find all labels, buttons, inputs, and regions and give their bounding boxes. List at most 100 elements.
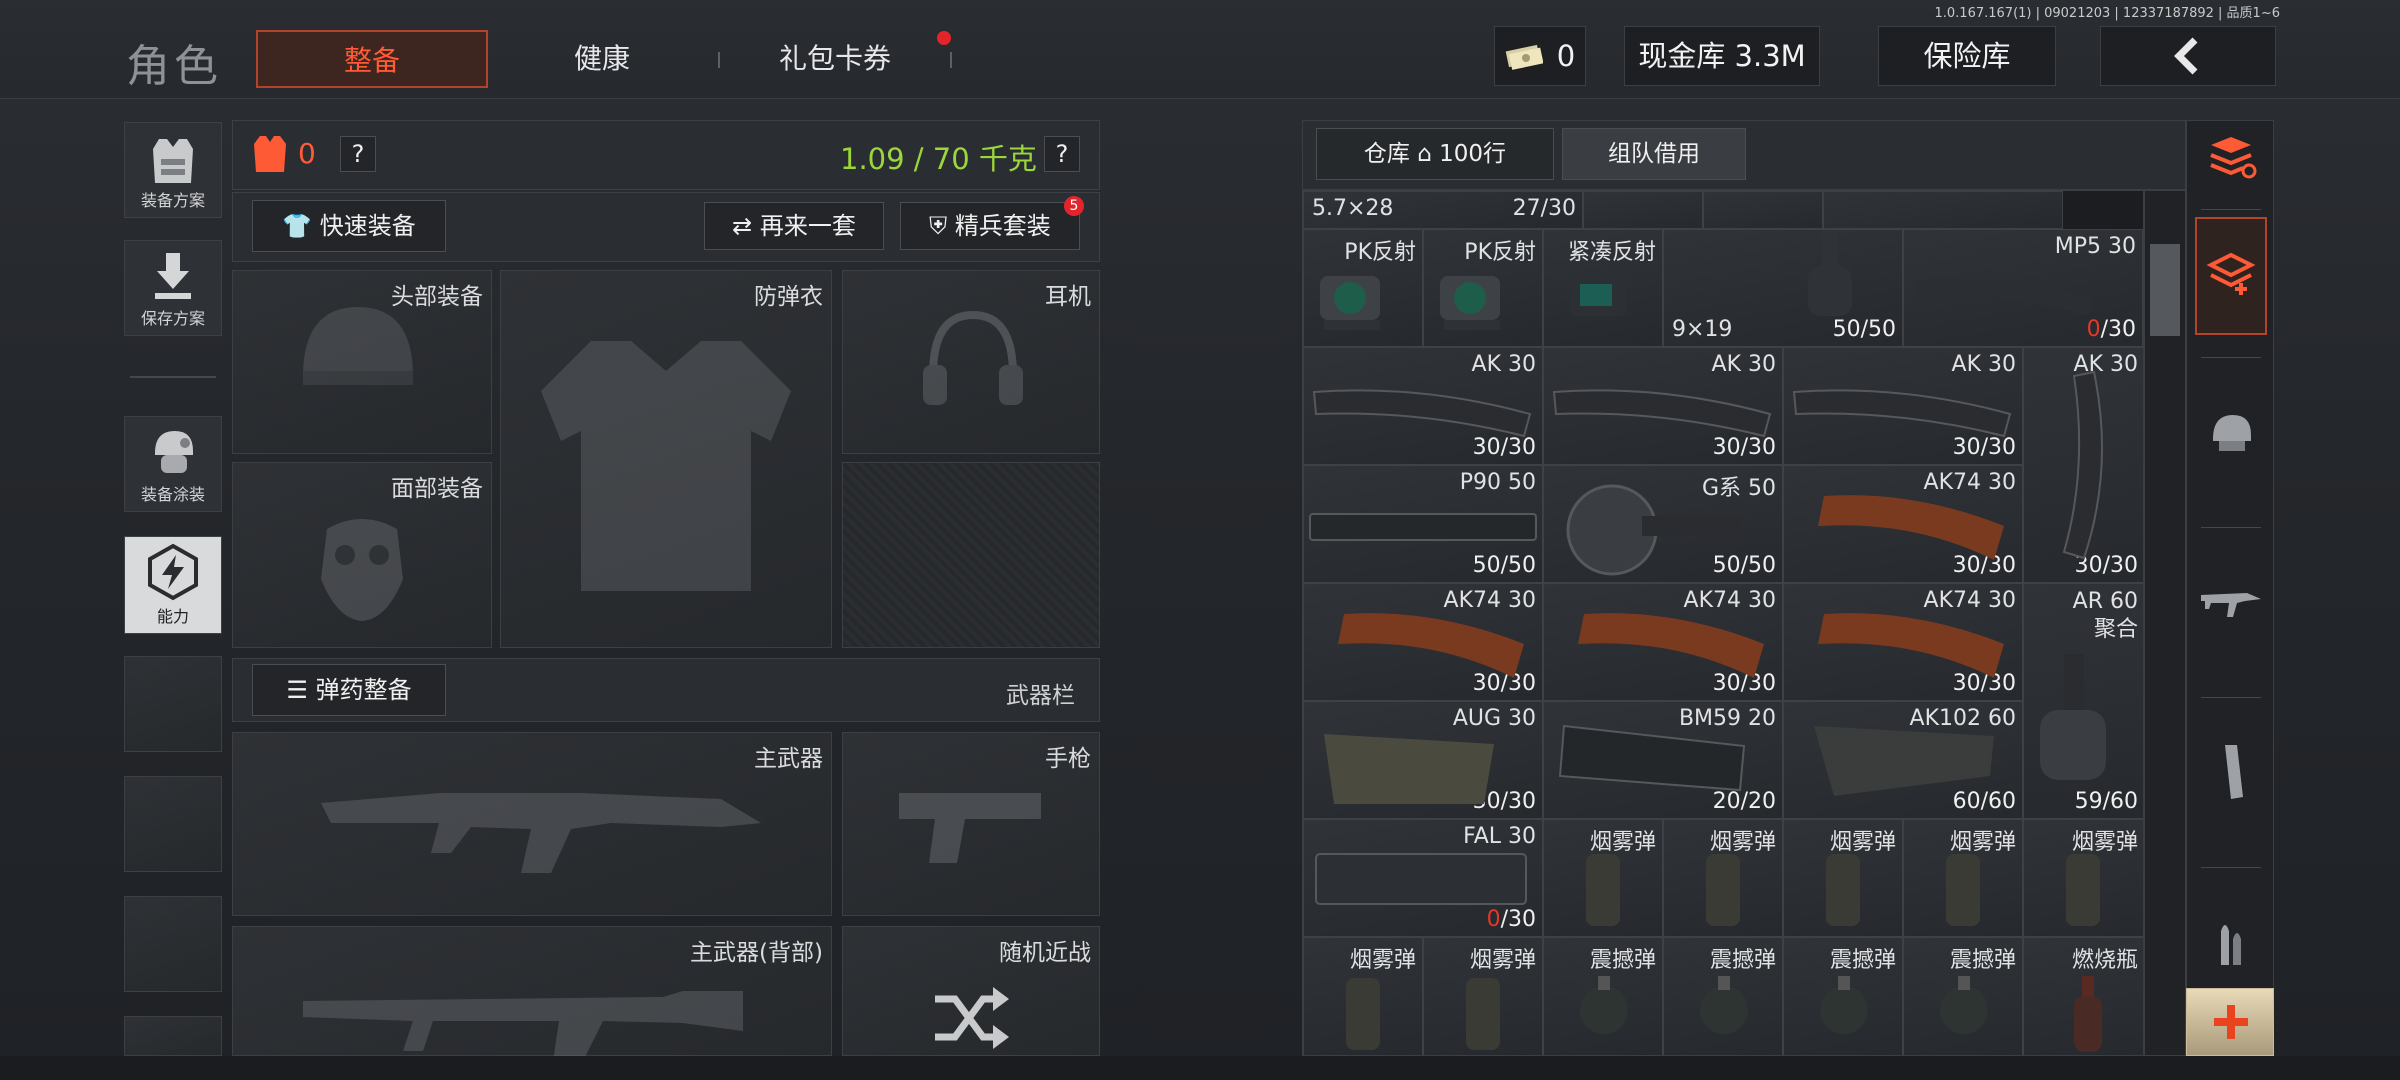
loadout-plan-button[interactable]: 装备方案	[124, 122, 222, 218]
empty-equipment-slot[interactable]	[842, 462, 1100, 648]
pistol-slot[interactable]: 手枪	[842, 732, 1100, 916]
storage-tab[interactable]: 仓库 ⌂ 100行	[1316, 128, 1554, 180]
shirt-icon: 👕	[282, 212, 313, 240]
helmet-icon	[2213, 415, 2251, 451]
inventory-item[interactable]: AK 30 30/30	[1783, 347, 2023, 465]
quick-equip-button[interactable]: 👕 快速装备	[252, 200, 446, 252]
cash-vault-button[interactable]: 现金库 3.3M	[1624, 26, 1820, 86]
inventory-item[interactable]: MP5 30 0/30	[1903, 229, 2143, 347]
inventory-item[interactable]: AK74 30 30/30	[1783, 465, 2023, 583]
equipment-paint-button[interactable]: 装备涂装	[124, 416, 222, 512]
inventory-item[interactable]: AK74 30 30/30	[1303, 583, 1543, 701]
safe-button[interactable]: 保险库	[1878, 26, 2056, 86]
inventory-item[interactable]: 紧凑反射	[1543, 229, 1663, 347]
inventory-item[interactable]: AK 30 30/30	[1543, 347, 1783, 465]
filter-toolbar	[2186, 120, 2274, 1056]
magazine-filter[interactable]	[2197, 741, 2265, 801]
tab-gift-coupons[interactable]: 礼包卡券	[740, 30, 930, 88]
inventory-item[interactable]: PK反射	[1303, 229, 1423, 347]
inventory-item[interactable]: G系 50 50/50	[1543, 465, 1783, 583]
refresh-icon: ⇄	[732, 212, 753, 240]
inventory-item[interactable]	[1703, 191, 1823, 229]
inventory-item[interactable]: 烟雾弹	[1663, 819, 1783, 937]
weapon-filter[interactable]	[2197, 571, 2265, 631]
smoke-grenade-icon	[2066, 854, 2100, 926]
inventory-item[interactable]: AK102 60 60/60	[1783, 701, 2023, 819]
inventory-item[interactable]: AK74 30 30/30	[1543, 583, 1783, 701]
slot-label: 主武器	[754, 746, 823, 772]
equipment-filter[interactable]	[2197, 401, 2265, 461]
empty-sidebar-slot	[124, 656, 222, 752]
inventory-item[interactable]: 烟雾弹	[1303, 937, 1423, 1055]
smoke-grenade-icon	[1826, 854, 1860, 926]
sort-button[interactable]	[2197, 129, 2265, 189]
sidebar-label: 装备涂装	[140, 485, 205, 504]
inventory-grid[interactable]: 5.7×28 27/30 PK反射 PK反射 紧凑反射 9×19 50/50 M…	[1302, 190, 2144, 1056]
slot-label: 面部装备	[391, 476, 483, 502]
save-plan-button[interactable]: 保存方案	[124, 240, 222, 336]
chevron-left-icon	[2174, 37, 2198, 75]
inventory-item[interactable]: 烟雾弹	[1903, 819, 2023, 937]
ak74-magazine-icon	[1578, 613, 1764, 678]
melee-slot[interactable]: 随机近战	[842, 926, 1100, 1056]
inventory-item[interactable]: AR 60聚合 59/60	[2023, 583, 2143, 819]
inventory-item[interactable]	[1823, 191, 2063, 229]
inventory-item[interactable]: PK反射	[1423, 229, 1543, 347]
inventory-item[interactable]: 烟雾弹	[1423, 937, 1543, 1055]
ammo-icon	[2221, 925, 2241, 965]
inventory-item[interactable]: AK 30 30/30	[2023, 347, 2143, 583]
ak102-magazine-icon	[1814, 726, 1994, 796]
inventory-item[interactable]: FAL 30 0/30	[1303, 819, 1543, 937]
team-borrow-tab[interactable]: 组队借用	[1562, 128, 1746, 180]
inventory-item[interactable]: 震撼弹	[1783, 937, 1903, 1055]
inventory-item[interactable]: 震撼弹	[1903, 937, 2023, 1055]
equip-again-button[interactable]: ⇄ 再来一套	[704, 202, 884, 250]
face-slot[interactable]: 面部装备	[232, 462, 492, 648]
inventory-item[interactable]: AK 30 30/30	[1303, 347, 1543, 465]
help-button[interactable]: ?	[340, 136, 376, 172]
inventory-item[interactable]: BM59 20 20/20	[1543, 701, 1783, 819]
inventory-item[interactable]: 烟雾弹	[2023, 819, 2143, 937]
item-count: 50/50	[1472, 553, 1536, 578]
inventory-item[interactable]: 9×19 50/50	[1663, 229, 1903, 347]
inventory-item[interactable]: AK74 30 30/30	[1783, 583, 2023, 701]
elite-set-button[interactable]: ⛨ 精兵套装	[900, 202, 1080, 250]
head-slot[interactable]: 头部装备	[232, 270, 492, 454]
rifle-icon	[321, 793, 761, 873]
primary-weapon-slot[interactable]: 主武器	[232, 732, 832, 916]
pistol-drum-magazine-icon	[1808, 230, 1852, 316]
armor-count: 0	[252, 132, 316, 174]
inventory-item[interactable]: 烟雾弹	[1543, 819, 1663, 937]
add-button[interactable]	[2186, 988, 2274, 1056]
reflex-sight-icon	[1440, 276, 1500, 330]
scrollbar-thumb[interactable]	[2150, 244, 2180, 336]
ammo-equip-button[interactable]: ☰ 弹药整备	[252, 664, 446, 716]
body-armor-slot[interactable]: 防弹衣	[500, 270, 832, 648]
tab-health[interactable]: 健康	[500, 30, 704, 88]
inventory-item[interactable]: AUG 30 30/30	[1303, 701, 1543, 819]
pistol-icon	[899, 793, 1041, 863]
empty-sidebar-slot	[124, 1016, 222, 1056]
inventory-item[interactable]: 烟雾弹	[1783, 819, 1903, 937]
inventory-item[interactable]: 燃烧瓶	[2023, 937, 2143, 1055]
tab-equip[interactable]: 整备	[256, 30, 488, 88]
currency-value: 0	[1556, 39, 1576, 73]
headset-slot[interactable]: 耳机	[842, 270, 1100, 454]
smoke-grenade-icon	[1346, 978, 1380, 1050]
reflex-sight-icon	[1320, 276, 1380, 330]
stun-grenade-icon	[1940, 976, 1988, 1034]
equip-again-label: 再来一套	[759, 212, 856, 240]
primary-back-slot[interactable]: 主武器(背部)	[232, 926, 832, 1061]
ammo-filter[interactable]	[2197, 911, 2265, 971]
inventory-item[interactable]: 震撼弹	[1543, 937, 1663, 1055]
ability-button[interactable]: 能力	[124, 536, 222, 634]
weight-help-button[interactable]: ?	[1044, 136, 1080, 172]
inventory-item[interactable]	[1583, 191, 1703, 229]
item-name: PK反射	[1464, 240, 1536, 265]
inventory-item[interactable]: 5.7×28 27/30	[1303, 191, 1583, 229]
inventory-item[interactable]: P90 50 50/50	[1303, 465, 1543, 583]
weapon-bar-label: 武器栏	[1006, 683, 1075, 709]
all-items-filter[interactable]	[2195, 217, 2267, 335]
inventory-item[interactable]: 震撼弹	[1663, 937, 1783, 1055]
back-button[interactable]	[2100, 26, 2276, 86]
